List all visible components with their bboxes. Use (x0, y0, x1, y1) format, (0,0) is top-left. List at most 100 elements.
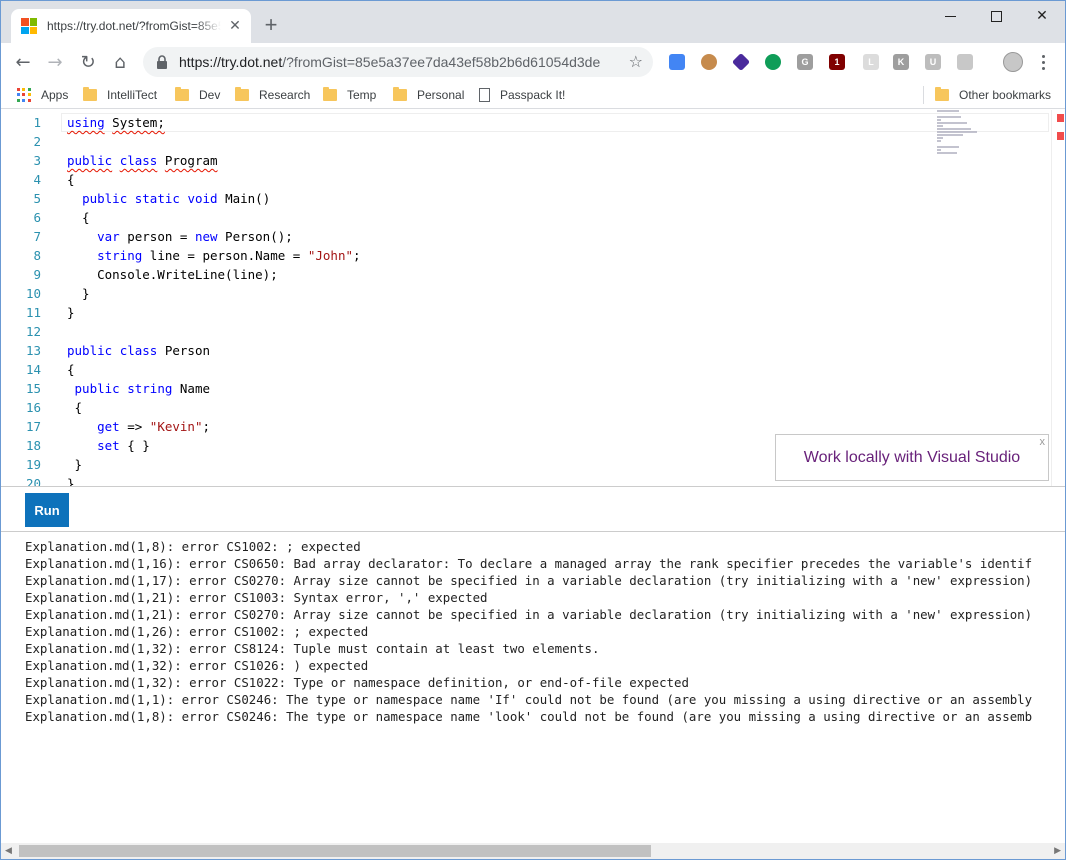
code-line-19: } (67, 457, 83, 472)
new-tab-button[interactable]: + (259, 12, 283, 37)
bookmark-intellitect[interactable]: IntelliTect (83, 86, 157, 104)
code-editor[interactable]: 1 2 3 4 5 6 7 8 9 10 11 12 13 14 15 16 17 18 19 20 using Sy… (1, 110, 1065, 486)
url-host: https://try.dot.net (179, 54, 283, 70)
reload-button[interactable]: ↻ (75, 49, 101, 75)
menu-kebab-icon[interactable] (1037, 51, 1049, 73)
code-line-8: string line = person.Name = "John"; (97, 248, 361, 263)
current-line-highlight (61, 113, 1049, 132)
code-line-4: { (67, 172, 75, 187)
bookmark-label: Dev (199, 88, 221, 102)
maximize-button[interactable] (973, 1, 1019, 31)
scrollbar-thumb[interactable] (19, 845, 651, 857)
address-bar[interactable]: https://try.dot.net/?fromGist=85e5a37ee7… (143, 47, 653, 77)
home-button[interactable]: ⌂ (107, 49, 133, 75)
l-ext-icon[interactable]: L (863, 54, 879, 70)
line-number: 8 (33, 248, 41, 263)
code-line-7: var person = new Person(); (97, 229, 293, 244)
bookmark-other[interactable]: Other bookmarks (935, 86, 1051, 104)
bookmark-label: Personal (417, 88, 465, 102)
code-line-3: public class Program (67, 153, 218, 168)
hangouts-ext-icon[interactable] (765, 54, 781, 70)
bookmark-personal[interactable]: Personal (393, 86, 464, 104)
line-number: 12 (25, 324, 41, 339)
tab-title: https://try.dot.net/?fromGist=85e5a37ee7… (47, 19, 221, 33)
code-line-6: { (67, 210, 90, 225)
browser-tab[interactable]: https://try.dot.net/?fromGist=85e5a37ee7… (11, 9, 251, 43)
bookmark-label: Apps (41, 88, 69, 102)
minimize-button[interactable] (927, 1, 973, 31)
cookie-ext-icon[interactable] (701, 54, 717, 70)
back-button[interactable]: ← (10, 49, 36, 75)
minimize-icon (944, 15, 956, 17)
apps-grid-icon (17, 88, 31, 102)
scroll-right-icon[interactable]: ▶ (1054, 846, 1061, 856)
code-line-5: public static void Main() (82, 191, 271, 206)
bookmark-label: Other bookmarks (959, 88, 1052, 102)
layers-ext-icon[interactable] (731, 52, 751, 72)
error-marker (1057, 114, 1064, 122)
line-number: 18 (25, 438, 41, 453)
line-number: 17 (25, 419, 41, 434)
bookmark-label: Passpack It! (500, 88, 566, 102)
url-text[interactable]: https://try.dot.net/?fromGist=85e5a37ee7… (179, 54, 600, 70)
bookmark-passpack[interactable]: Passpack It! (479, 86, 565, 104)
bookmark-research[interactable]: Research (235, 86, 310, 104)
folder-icon (393, 87, 407, 101)
output-line: Explanation.md(1,32): error CS1022: Type… (25, 675, 689, 690)
line-number: 15 (25, 381, 41, 396)
code-minimap[interactable] (937, 110, 983, 160)
line-number: 16 (25, 400, 41, 415)
line-number: 4 (33, 172, 41, 187)
output-line: Explanation.md(1,16): error CS0650: Bad … (25, 556, 1033, 571)
bookmark-label: Temp (347, 88, 377, 102)
output-line: Explanation.md(1,8): error CS1002: ; exp… (25, 539, 361, 554)
u-ext-icon[interactable]: U (925, 54, 941, 70)
person-ext-icon[interactable] (957, 54, 973, 70)
line-number: 13 (25, 343, 41, 358)
g-ext-icon[interactable]: G (797, 54, 813, 70)
promo-text: Work locally with Visual Studio (803, 448, 1021, 466)
k-ext-icon[interactable]: K (893, 54, 909, 70)
promo-close-icon[interactable]: x (1040, 436, 1046, 448)
folder-icon (235, 87, 249, 101)
google-ext-icon[interactable] (669, 54, 685, 70)
output-line: Explanation.md(1,32): error CS8124: Tupl… (25, 641, 600, 656)
code-line-17: get => "Kevin"; (97, 419, 211, 434)
code-line-13: public class Person (67, 343, 211, 358)
line-number: 3 (33, 153, 41, 168)
folder-icon (83, 87, 97, 101)
output-line: Explanation.md(1,21): error CS1003: Synt… (25, 590, 488, 605)
line-number: 1 (33, 115, 41, 130)
editor-scrollbar-track[interactable] (1051, 110, 1052, 486)
scroll-left-icon[interactable]: ◀ (5, 846, 12, 856)
code-line-15: public string Name (74, 381, 211, 396)
ublock-ext-icon[interactable]: 1 (829, 54, 845, 70)
code-line-11: } (67, 305, 75, 320)
folder-icon (323, 87, 337, 101)
output-line: Explanation.md(1,8): error CS0246: The t… (25, 709, 1033, 724)
output-line: Explanation.md(1,32): error CS1026: ) ex… (25, 658, 369, 673)
profile-avatar[interactable] (1003, 52, 1023, 72)
output-line: Explanation.md(1,17): error CS0270: Arra… (25, 573, 1033, 588)
bookmark-star-icon[interactable]: ☆ (629, 52, 643, 71)
lock-icon (155, 55, 169, 69)
run-button[interactable]: Run (25, 493, 69, 527)
output-line: Explanation.md(1,21): error CS0270: Arra… (25, 607, 1033, 622)
bookmark-label: IntelliTect (107, 88, 158, 102)
code-line-9: Console.WriteLine(line); (67, 267, 278, 282)
line-number: 10 (25, 286, 41, 301)
run-toolbar: Run (1, 486, 1065, 532)
folder-icon (175, 87, 189, 101)
title-bar: https://try.dot.net/?fromGist=85e5a37ee7… (1, 1, 1065, 43)
browser-window: https://try.dot.net/?fromGist=85e5a37ee7… (0, 0, 1066, 860)
tab-close-icon[interactable]: ✕ (227, 18, 243, 34)
window-close-button[interactable]: ✕ (1019, 1, 1065, 31)
bookmark-apps[interactable]: Apps (17, 86, 68, 104)
bookmark-temp[interactable]: Temp (323, 86, 376, 104)
bookmark-dev[interactable]: Dev (175, 86, 220, 104)
folder-icon (935, 87, 949, 101)
output-line: Explanation.md(1,26): error CS1002: ; ex… (25, 624, 369, 639)
visual-studio-promo[interactable]: Work locally with Visual Studio x (775, 434, 1049, 481)
horizontal-scrollbar[interactable]: ◀ ▶ (1, 843, 1065, 859)
forward-button[interactable]: → (42, 49, 68, 75)
